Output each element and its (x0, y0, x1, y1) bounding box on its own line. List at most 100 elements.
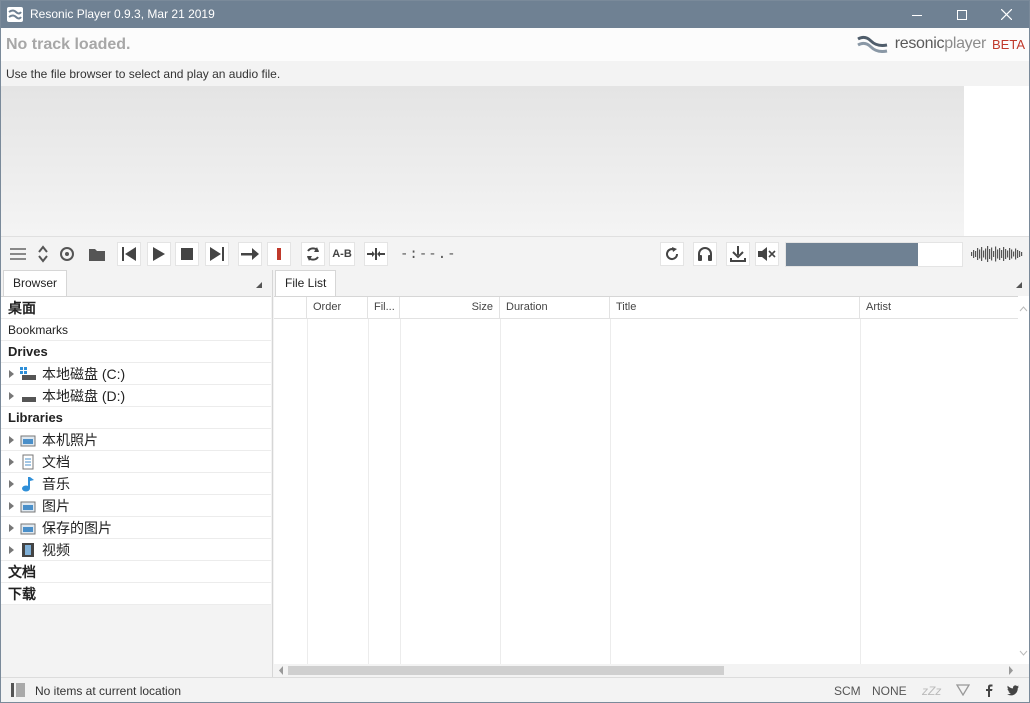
close-button[interactable] (984, 1, 1029, 28)
column-header-filename[interactable]: Fil... (368, 297, 400, 319)
saved-pictures-icon (20, 520, 36, 536)
document-library-icon (20, 454, 36, 470)
minimize-button[interactable] (894, 1, 939, 28)
maximize-icon (956, 9, 967, 20)
scroll-down-arrow-icon[interactable] (1018, 648, 1029, 658)
expand-arrow-icon[interactable] (9, 435, 14, 444)
scroll-right-arrow-icon[interactable] (1006, 664, 1016, 677)
column-header-size[interactable]: Size (400, 297, 500, 319)
horizontal-scrollbar-thumb[interactable] (288, 666, 724, 675)
stop-after-button[interactable] (267, 242, 291, 266)
tree-item-documents-library[interactable]: 文档 (1, 451, 271, 473)
reload-button[interactable] (660, 242, 684, 266)
brand-logo: resonicplayer BETA (856, 33, 1025, 55)
vertical-scrollbar[interactable] (1018, 296, 1029, 664)
tree-item-bookmarks[interactable]: Bookmarks (1, 319, 271, 341)
column-divider (368, 319, 369, 665)
system-drive-icon (20, 366, 36, 382)
tree-item-documents[interactable]: 文档 (1, 561, 271, 583)
filter-funnel-icon[interactable] (956, 684, 970, 696)
scm-indicator[interactable]: SCM (834, 684, 861, 698)
beta-badge: BETA (992, 36, 1025, 52)
stop-marker-icon (277, 248, 281, 260)
ab-loop-button[interactable]: A-B (329, 242, 355, 266)
headphones-button[interactable] (693, 242, 717, 266)
mute-button[interactable] (755, 242, 779, 266)
waveform-area[interactable] (1, 86, 964, 236)
resonic-wave-logo-icon (856, 35, 888, 53)
tree-item-videos-library[interactable]: 视频 (1, 539, 271, 561)
play-mode-button[interactable] (238, 242, 262, 266)
headphones-icon (698, 247, 712, 261)
column-divider (307, 319, 308, 665)
volume-slider-fill (786, 243, 918, 266)
sleep-indicator[interactable]: zZz (922, 684, 941, 698)
tree-item-local-photos[interactable]: 本机照片 (1, 429, 271, 451)
play-button[interactable] (147, 242, 171, 266)
volume-slider[interactable] (785, 242, 963, 267)
panel-toggle-icon[interactable] (11, 683, 25, 697)
tab-file-list[interactable]: File List (275, 270, 337, 296)
column-header-order[interactable]: Order (307, 297, 368, 319)
repeat-button[interactable] (301, 242, 325, 266)
split-button[interactable] (364, 242, 388, 266)
film-strip-icon (20, 542, 36, 558)
twitter-icon[interactable] (1007, 685, 1019, 696)
waveform-side-panel (964, 86, 1029, 236)
stop-icon (181, 248, 193, 260)
tree-item-desktop[interactable]: 桌面 (1, 297, 271, 319)
tree-item-pictures-library[interactable]: 图片 (1, 495, 271, 517)
panel-menu-icon[interactable] (1016, 282, 1022, 288)
facebook-icon[interactable] (985, 684, 993, 697)
previous-track-button[interactable] (117, 242, 141, 266)
target-button[interactable] (55, 242, 79, 266)
expand-arrow-icon[interactable] (9, 523, 14, 532)
layout-button[interactable] (6, 242, 30, 266)
waveform-mini-icon (971, 246, 1023, 262)
tree-item-drive-d[interactable]: 本地磁盘 (D:) (1, 385, 271, 407)
title-bar: Resonic Player 0.9.3, Mar 21 2019 (1, 1, 1029, 28)
tree-item-label: 图片 (42, 497, 70, 514)
expand-arrow-icon[interactable] (9, 369, 14, 378)
expand-arrow-icon[interactable] (9, 545, 14, 554)
download-button[interactable] (726, 242, 750, 266)
column-divider (400, 319, 401, 665)
tree-item-drive-c[interactable]: 本地磁盘 (C:) (1, 363, 271, 385)
none-indicator[interactable]: NONE (872, 684, 907, 698)
column-header-title[interactable]: Title (610, 297, 860, 319)
brand-name-bold: resonic (894, 35, 945, 52)
tree-item-saved-pictures[interactable]: 保存的图片 (1, 517, 271, 539)
hamburger-layout-icon (10, 248, 26, 260)
scroll-left-arrow-icon[interactable] (276, 664, 286, 677)
close-icon (1001, 9, 1012, 20)
brand-name-light: player (944, 35, 986, 52)
expand-arrow-icon[interactable] (9, 501, 14, 510)
picture-library-icon (20, 498, 36, 514)
maximize-button[interactable] (939, 1, 984, 28)
tree-item-music-library[interactable]: 音乐 (1, 473, 271, 495)
track-header: No track loaded. resonicplayer BETA (1, 28, 1029, 61)
expand-arrow-icon[interactable] (9, 479, 14, 488)
info-text: Use the file browser to select and play … (6, 67, 281, 81)
scroll-up-arrow-icon[interactable] (1018, 304, 1029, 314)
column-header-duration[interactable]: Duration (500, 297, 610, 319)
tree-item-label: 本地磁盘 (D:) (42, 387, 126, 404)
expand-arrow-icon[interactable] (9, 457, 14, 466)
sort-button[interactable] (31, 242, 55, 266)
brand-name: resonicplayer (894, 35, 987, 53)
target-icon (60, 247, 74, 261)
horizontal-scrollbar[interactable] (274, 664, 1018, 677)
tab-browser[interactable]: Browser (3, 270, 68, 296)
tree-section-drives[interactable]: Drives (1, 341, 271, 363)
column-header-marker[interactable] (274, 297, 307, 319)
browser-panel: Browser 桌面 Bookmarks Drives 本地磁盘 (C:) 本地… (1, 270, 271, 677)
expand-arrow-icon[interactable] (9, 391, 14, 400)
tree-section-libraries[interactable]: Libraries (1, 407, 271, 429)
open-folder-button[interactable] (85, 242, 109, 266)
file-table: Order Fil... Size Duration Title Artist (274, 296, 1018, 665)
tree-item-downloads[interactable]: 下载 (1, 583, 271, 605)
column-header-artist[interactable]: Artist (860, 297, 1018, 319)
next-track-button[interactable] (205, 242, 229, 266)
stop-button[interactable] (175, 242, 199, 266)
panel-menu-icon[interactable] (256, 282, 262, 288)
